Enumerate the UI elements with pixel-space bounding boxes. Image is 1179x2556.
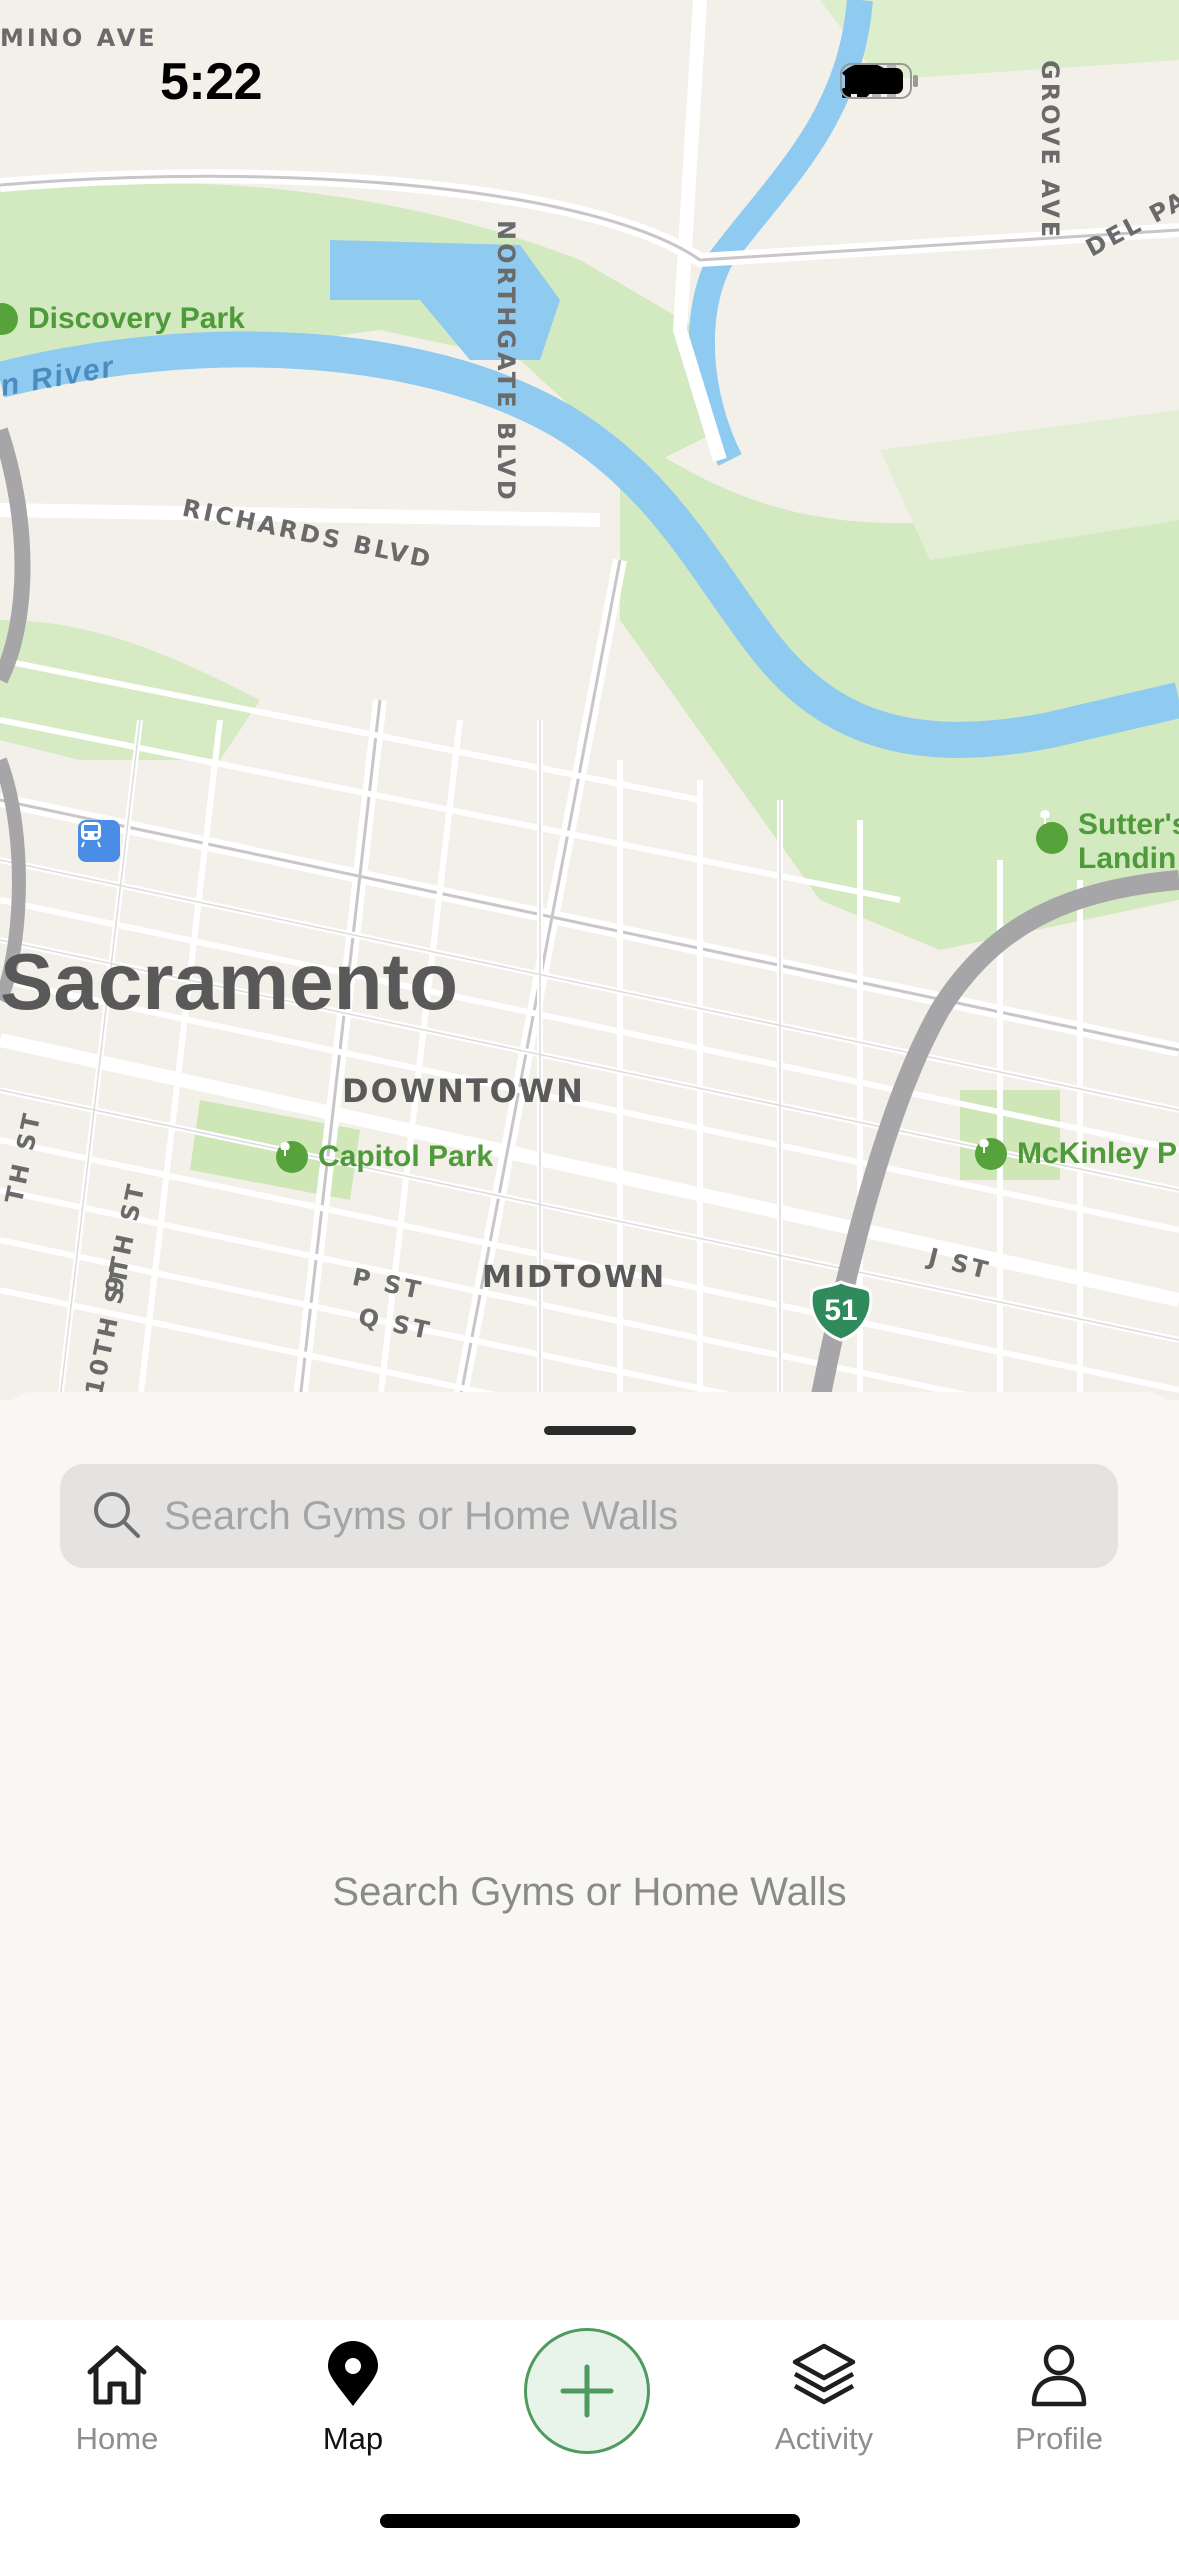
park-pin-icon <box>276 1141 308 1173</box>
add-button[interactable] <box>524 2328 650 2454</box>
park-pin-icon <box>0 303 18 335</box>
layers-icon <box>792 2343 856 2405</box>
map-canvas <box>0 0 1179 1400</box>
tab-home[interactable]: Home <box>32 2340 202 2457</box>
park-label-capitol[interactable]: Capitol Park <box>276 1140 493 1174</box>
sheet-grabber[interactable] <box>544 1426 636 1435</box>
search-input[interactable] <box>162 1492 1066 1540</box>
map-pin-icon <box>328 2341 378 2406</box>
road-label: NORTHGATE BLVD <box>492 220 520 503</box>
road-label: GROVE AVE <box>1036 60 1064 241</box>
highway-shield-icon: 51 <box>808 1280 874 1342</box>
tab-profile[interactable]: Profile <box>974 2340 1144 2457</box>
search-icon <box>94 1492 140 1538</box>
district-label-midtown: MIDTOWN <box>482 1260 667 1295</box>
home-indicator[interactable] <box>380 2514 800 2528</box>
city-label: Sacramento <box>0 937 458 1026</box>
park-label-sutters[interactable]: Sutter's Landin <box>1036 808 1179 876</box>
plus-icon <box>560 2364 614 2418</box>
home-icon <box>87 2345 147 2405</box>
tab-map[interactable]: Map <box>268 2340 438 2457</box>
status-time: 5:22 <box>160 53 263 111</box>
park-pin-icon <box>1036 810 1068 854</box>
search-bar[interactable] <box>60 1464 1118 1568</box>
park-label-discovery[interactable]: Discovery Park <box>0 302 245 336</box>
district-label-downtown: DOWNTOWN <box>342 1072 585 1110</box>
park-pin-icon <box>975 1138 1007 1170</box>
map-view[interactable]: 5:22 MINO AVE NORTHGATE BLVD GROVE AVE D… <box>0 0 1179 1400</box>
empty-state-message: Search Gyms or Home Walls <box>332 1870 847 1914</box>
transit-station-icon[interactable] <box>78 820 120 862</box>
park-label-mckinley[interactable]: McKinley P <box>975 1137 1177 1171</box>
battery-icon <box>840 63 918 99</box>
person-icon <box>1031 2344 1087 2407</box>
tab-activity[interactable]: Activity <box>739 2340 909 2457</box>
search-sheet[interactable]: Search Gyms or Home Walls <box>0 1392 1179 2320</box>
road-label: MINO AVE <box>0 24 158 52</box>
